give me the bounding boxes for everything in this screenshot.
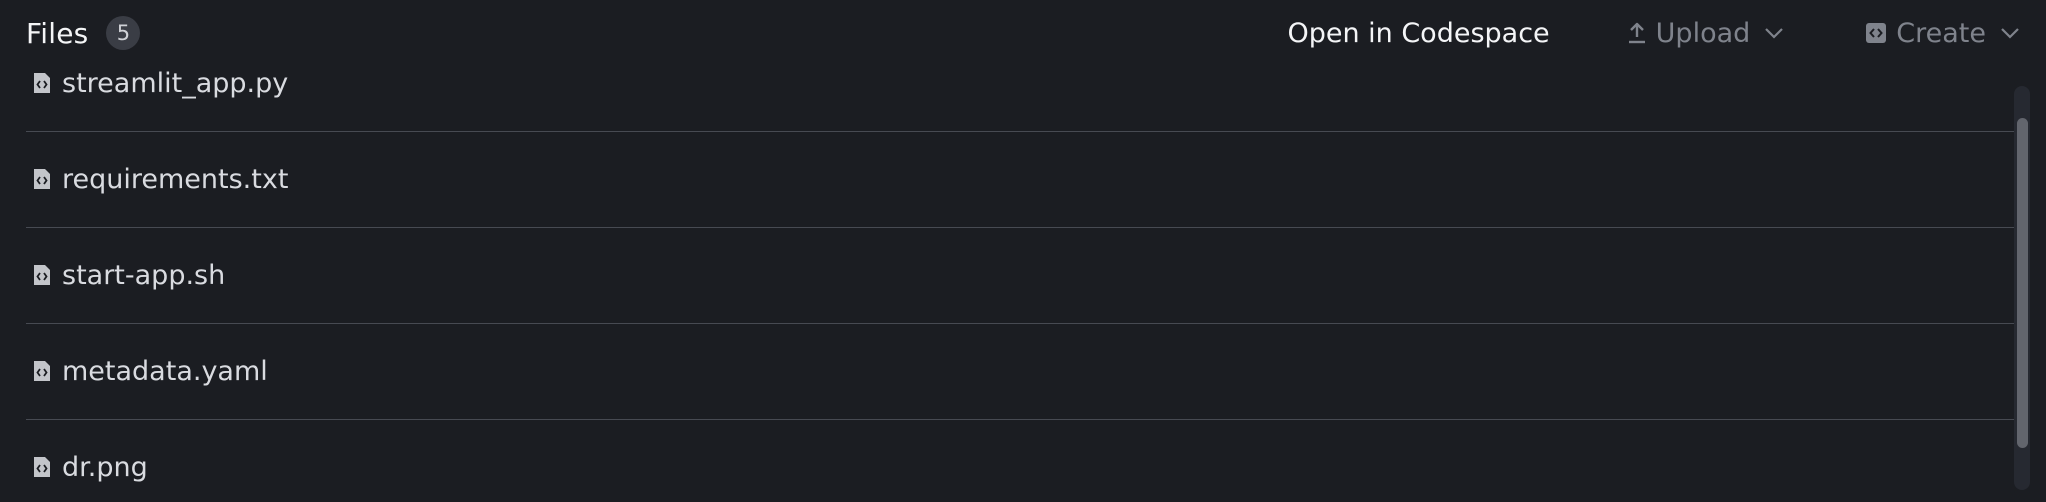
code-file-icon	[33, 456, 53, 480]
file-row[interactable]: metadata.yaml	[26, 324, 2016, 420]
create-button[interactable]: Create	[1866, 18, 2020, 49]
open-in-codespace-button[interactable]: Open in Codespace	[1287, 18, 1549, 49]
code-file-icon	[33, 168, 53, 192]
file-row[interactable]: streamlit_app.py	[26, 66, 2016, 132]
file-name: requirements.txt	[62, 164, 289, 195]
file-row[interactable]: requirements.txt	[26, 132, 2016, 228]
code-file-icon	[1866, 23, 1887, 43]
file-count-badge: 5	[106, 16, 141, 50]
file-row[interactable]: dr.png	[26, 420, 2016, 502]
file-name: metadata.yaml	[62, 356, 268, 387]
upload-icon	[1628, 22, 1646, 44]
file-name: start-app.sh	[62, 260, 226, 291]
chevron-down-icon	[1764, 26, 1784, 40]
chevron-down-icon	[2000, 26, 2020, 40]
panel-title: Files	[26, 16, 89, 50]
scrollbar-thumb[interactable]	[2017, 118, 2028, 448]
files-header: Files 5 Open in Codespace Upload Create	[26, 0, 2020, 66]
code-file-icon	[33, 264, 53, 288]
file-name: streamlit_app.py	[62, 68, 289, 99]
file-name: dr.png	[62, 452, 148, 483]
files-panel: Files 5 Open in Codespace Upload Create …	[0, 0, 2046, 502]
file-row[interactable]: start-app.sh	[26, 228, 2016, 324]
upload-button[interactable]: Upload	[1628, 18, 1785, 49]
file-list[interactable]: streamlit_app.py requirements.txt start-…	[26, 66, 2016, 502]
code-file-icon	[33, 72, 53, 96]
upload-label: Upload	[1655, 17, 1751, 49]
code-file-icon	[33, 360, 53, 384]
create-label: Create	[1896, 17, 1986, 49]
